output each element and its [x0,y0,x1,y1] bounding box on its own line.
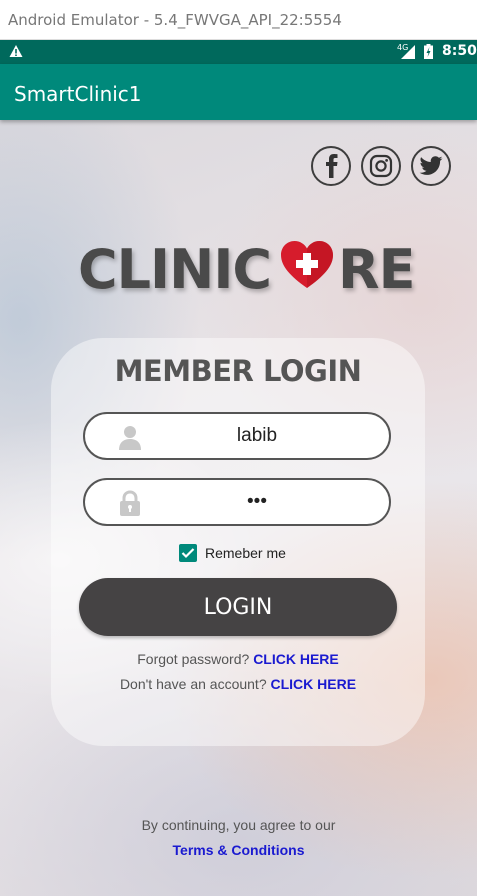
forgot-password-link[interactable]: CLICK HERE [253,651,339,667]
app-title: SmartClinic1 [14,82,142,106]
login-card: MEMBER LOGIN labib ••• Remeber me LOGIN … [51,338,425,746]
checkmark-icon [181,548,195,559]
terms-link[interactable]: Terms & Conditions [0,842,477,858]
facebook-button[interactable] [311,146,351,186]
signup-text: Don't have an account? [119,676,267,692]
instagram-icon [369,154,393,178]
emulator-title: Android Emulator - 5.4_FWVGA_API_22:5554 [8,11,342,29]
forgot-password-row: Forgot password? CLICK HERE [51,651,425,667]
facebook-icon [326,154,338,178]
agree-text: By continuing, you agree to our [141,817,336,833]
remember-me[interactable]: Remeber me [179,542,286,564]
clock: 8:50 [442,43,477,59]
password-field[interactable]: ••• [83,478,391,526]
twitter-button[interactable] [411,146,451,186]
battery-charging-icon [424,44,433,59]
logo-text-end: RE [338,238,415,301]
signal-icon [401,45,415,59]
login-button[interactable]: LOGIN [79,578,397,636]
signup-link[interactable]: CLICK HERE [271,676,357,692]
remember-checkbox[interactable] [179,544,197,562]
login-screen: CLINIC RE MEMBER LOGIN labib ••• Remeber… [0,120,477,896]
password-value: ••• [247,491,267,512]
app-bar: SmartClinic1 [0,64,477,120]
logo-text-start: CLINIC [78,238,272,301]
username-value: labib [236,425,278,446]
username-field[interactable]: labib [83,412,391,460]
heart-cross-icon [281,241,333,288]
login-title: MEMBER LOGIN [114,354,362,388]
status-bar: 4G 8:50 [0,40,477,64]
warning-icon [9,45,23,57]
signup-row: Don't have an account? CLICK HERE [51,676,425,692]
clinicare-logo: CLINIC RE [78,238,415,301]
emulator-title-bar: Android Emulator - 5.4_FWVGA_API_22:5554 [0,0,477,40]
twitter-icon [419,156,443,175]
forgot-password-text: Forgot password? [137,651,250,667]
instagram-button[interactable] [361,146,401,186]
remember-label: Remeber me [205,545,286,561]
